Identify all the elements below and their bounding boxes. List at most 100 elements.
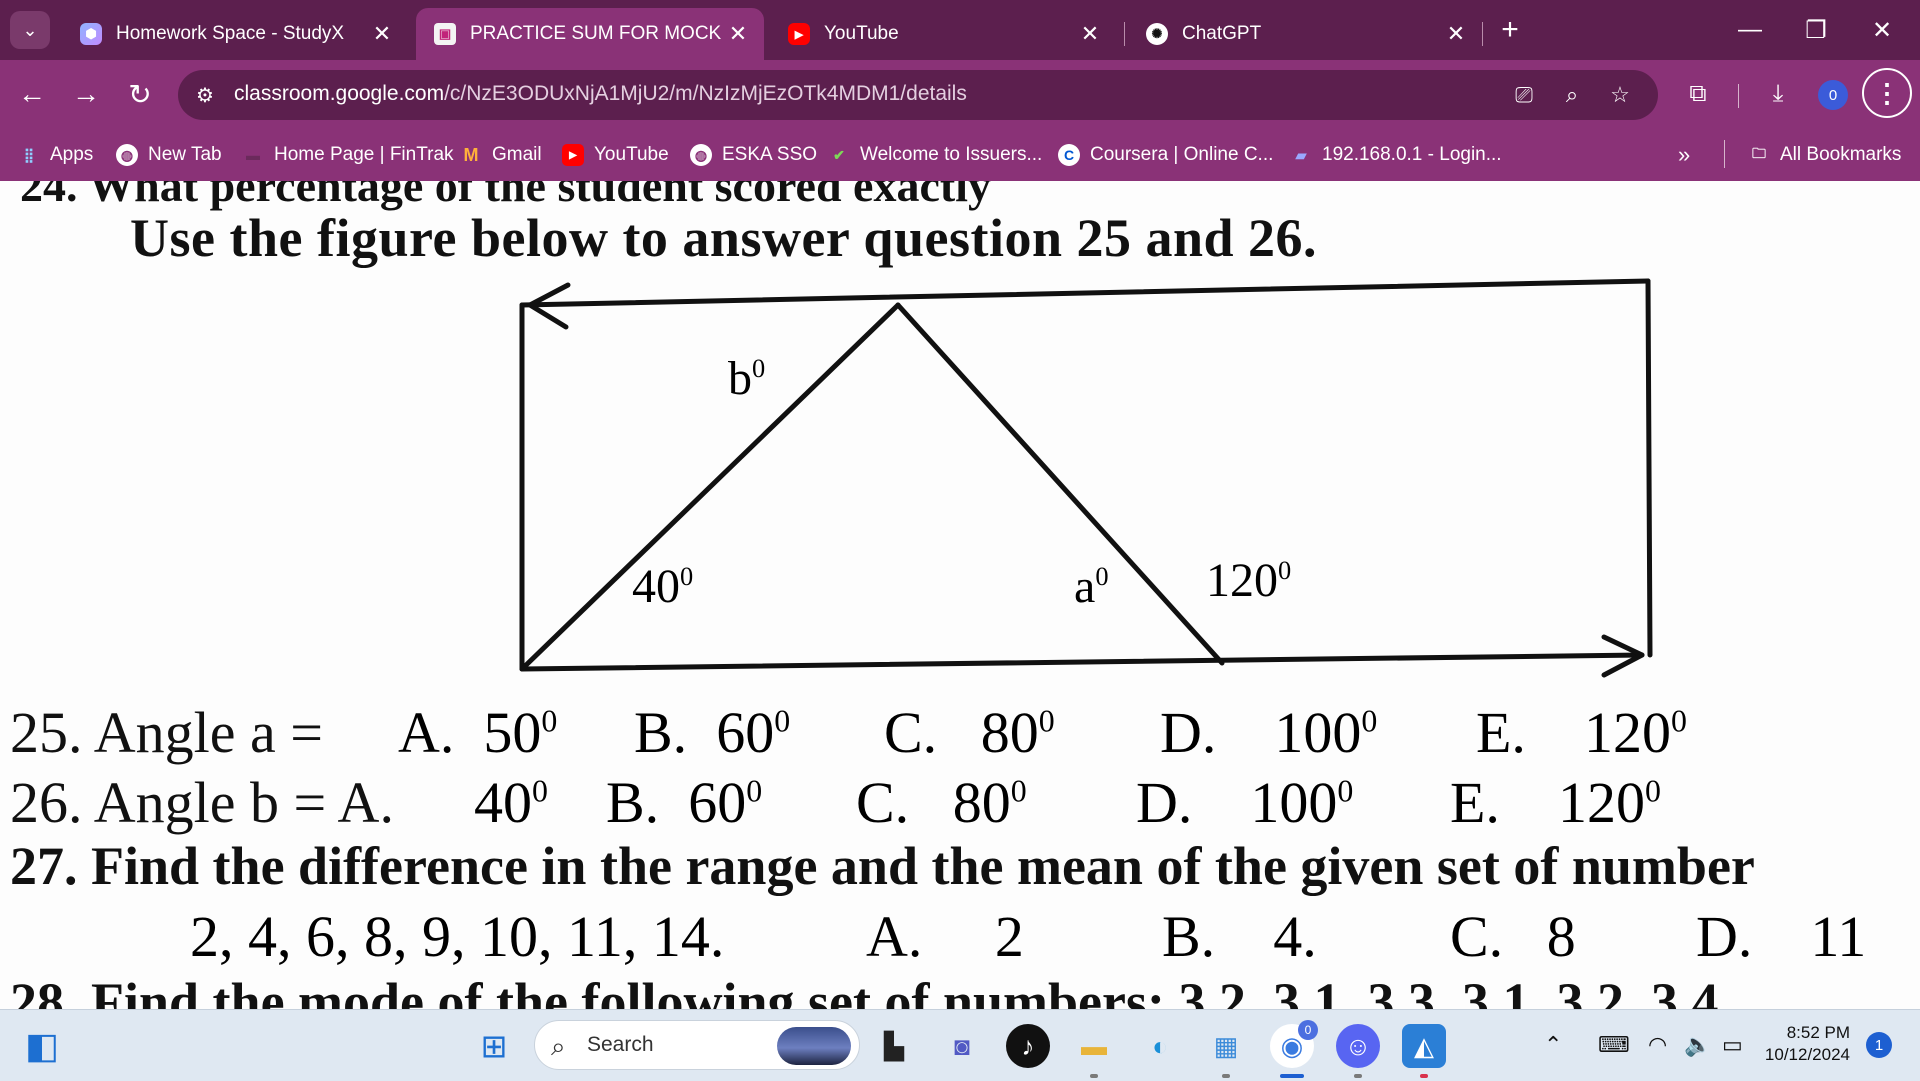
back-button[interactable]: ←	[12, 74, 52, 114]
url-host: classroom.google.com	[234, 82, 445, 105]
menu-icon[interactable]: ⋮	[1862, 68, 1912, 118]
tab-divider	[1124, 22, 1125, 46]
download-icon[interactable]: ⤓	[1758, 74, 1798, 114]
active-indicator	[1280, 1074, 1304, 1078]
bookmark-youtube[interactable]: ▶ YouTube	[562, 139, 669, 171]
issuers-icon: ✔	[833, 146, 845, 163]
clock-date: 10/12/2024	[1764, 1045, 1850, 1064]
profile-avatar[interactable]: 0	[1818, 80, 1848, 110]
close-icon: ✕	[1871, 16, 1893, 44]
tiktok-icon[interactable]: ♪	[1006, 1024, 1050, 1068]
running-indicator	[1090, 1074, 1098, 1078]
question-27-prompt: 27. Find the difference in the range and…	[10, 836, 1755, 896]
plus-icon: +	[1501, 13, 1519, 46]
tab-divider	[1482, 22, 1483, 46]
edge-icon[interactable]: ◐	[1138, 1024, 1182, 1068]
bookmark-issuers[interactable]: ✔ Welcome to Issuers...	[828, 139, 1042, 171]
teams-meet-icon[interactable]: ◙	[940, 1024, 984, 1068]
q26-option-d: D. 1000	[1136, 770, 1354, 835]
close-icon[interactable]: ✕	[1076, 21, 1104, 47]
bookmark-eska-sso[interactable]: ◍ ESKA SSO	[690, 139, 817, 171]
extensions-icon[interactable]: ⧉	[1678, 74, 1718, 114]
site-info-icon[interactable]: ⚙	[192, 82, 218, 108]
new-tab-button[interactable]: +	[1492, 12, 1528, 48]
tab-studyx[interactable]: ⬢ Homework Space - StudyX ✕	[62, 8, 408, 60]
start-menu-icon[interactable]: ⊞	[472, 1024, 516, 1068]
discord-icon[interactable]: ☺	[1336, 1024, 1380, 1068]
q26-option-b: B. 600	[606, 770, 763, 835]
bookmark-new-tab[interactable]: ◍ New Tab	[116, 139, 222, 171]
q25-option-b: B. 600	[634, 700, 791, 765]
q27-option-a: A. 2	[866, 904, 1024, 969]
photos-app-icon[interactable]: ◭	[1402, 1024, 1446, 1068]
tab-chatgpt[interactable]: ✺ ChatGPT ✕	[1128, 8, 1482, 60]
apps-grid-icon: ⣿	[23, 146, 35, 163]
touch-keyboard-icon[interactable]: ⌨	[1598, 1032, 1630, 1058]
minimize-button[interactable]: —	[1720, 10, 1780, 50]
bookmark-label: Home Page | FinTrak	[274, 144, 454, 165]
youtube-icon: ▶	[788, 23, 810, 45]
bookmark-star-icon[interactable]: ☆	[1604, 79, 1636, 111]
bookmark-gmail[interactable]: M Gmail	[460, 139, 542, 171]
running-indicator	[1420, 1074, 1428, 1078]
taskbar-search-box[interactable]: ⌕ Search	[534, 1020, 860, 1070]
triangle-right-side	[895, 302, 1225, 666]
figure-top-line	[519, 278, 1651, 308]
bookmarks-bar: ⣿ Apps ◍ New Tab ▬ Home Page | FinTrak M…	[0, 129, 1920, 182]
chevron-up-icon[interactable]: ⌃	[1544, 1032, 1562, 1058]
q26-option-a: 400	[474, 770, 548, 835]
q25-option-d: D. 1000	[1160, 700, 1378, 765]
close-icon[interactable]: ✕	[368, 21, 396, 47]
forward-button[interactable]: →	[66, 74, 106, 114]
q25-option-a: A. 500	[398, 700, 558, 765]
classroom-icon: ▣	[434, 23, 456, 45]
restore-button[interactable]: ❐	[1786, 10, 1846, 50]
arrow-right-icon: →	[72, 78, 100, 109]
widgets-icon[interactable]: ◧	[20, 1024, 64, 1068]
microsoft-store-icon[interactable]: ▦	[1204, 1024, 1248, 1068]
bookmark-router-login[interactable]: ▰ 192.168.0.1 - Login...	[1290, 139, 1502, 171]
bookmark-label: ESKA SSO	[722, 144, 818, 165]
bookmark-coursera[interactable]: C Coursera | Online C...	[1058, 139, 1273, 171]
tab-search-button[interactable]: ⌄	[10, 11, 50, 49]
angle-label-a: a0	[1074, 560, 1109, 613]
reload-button[interactable]: ↻	[120, 74, 160, 114]
url-text[interactable]: classroom.google.com/c/NzE3ODUxNjA1MjU2/…	[234, 82, 967, 106]
tab-title: Homework Space - StudyX	[116, 23, 345, 44]
q25-option-c: C. 800	[884, 700, 1055, 765]
system-clock[interactable]: 8:52 PM 10/12/2024	[1760, 1022, 1850, 1066]
bookmark-fintrak[interactable]: ▬ Home Page | FinTrak	[242, 139, 454, 171]
studyx-icon: ⬢	[80, 23, 102, 45]
zoom-icon[interactable]: ⌕	[1556, 79, 1588, 111]
globe-icon: ◍	[690, 144, 712, 166]
volume-icon[interactable]: 🔈	[1684, 1032, 1711, 1058]
battery-icon[interactable]: ▭	[1722, 1032, 1743, 1058]
tab-classroom[interactable]: ▣ PRACTICE SUM FOR MOCK ONL ✕	[416, 8, 764, 60]
bookmark-label: Welcome to Issuers...	[860, 144, 1043, 165]
all-bookmarks-button[interactable]: 🗀 All Bookmarks	[1748, 139, 1901, 171]
install-app-icon[interactable]: ⎚	[1508, 79, 1540, 111]
tab-youtube[interactable]: ▶ YouTube ✕	[770, 8, 1116, 60]
arrow-left-icon: ←	[18, 78, 46, 109]
bookmark-label: YouTube	[594, 144, 669, 165]
notification-badge[interactable]: 1	[1866, 1032, 1892, 1058]
bookmarks-overflow-button[interactable]: »	[1678, 139, 1690, 171]
file-explorer-icon[interactable]: ▬	[1072, 1024, 1116, 1068]
close-icon[interactable]: ✕	[1442, 21, 1470, 47]
chevron-down-icon: ⌄	[22, 19, 38, 40]
running-indicator	[1354, 1074, 1362, 1078]
address-bar[interactable]: ⚙ classroom.google.com/c/NzE3ODUxNjA1MjU…	[178, 70, 1658, 120]
close-icon[interactable]: ✕	[724, 21, 752, 47]
bookmark-label: 192.168.0.1 - Login...	[1322, 144, 1502, 165]
fintrak-icon: ▬	[246, 147, 260, 163]
bookmark-apps[interactable]: ⣿ Apps	[18, 139, 93, 171]
task-view-icon[interactable]: ▙	[872, 1024, 916, 1068]
running-indicator	[1222, 1074, 1230, 1078]
wifi-icon[interactable]: ◠	[1648, 1032, 1667, 1058]
clock-time: 8:52 PM	[1786, 1023, 1850, 1042]
angle-label-120: 1200	[1206, 554, 1292, 607]
router-icon: ▰	[1295, 146, 1307, 163]
close-window-button[interactable]: ✕	[1852, 10, 1912, 50]
triangle-left-side	[519, 302, 901, 672]
bookmark-label: Apps	[50, 144, 94, 165]
